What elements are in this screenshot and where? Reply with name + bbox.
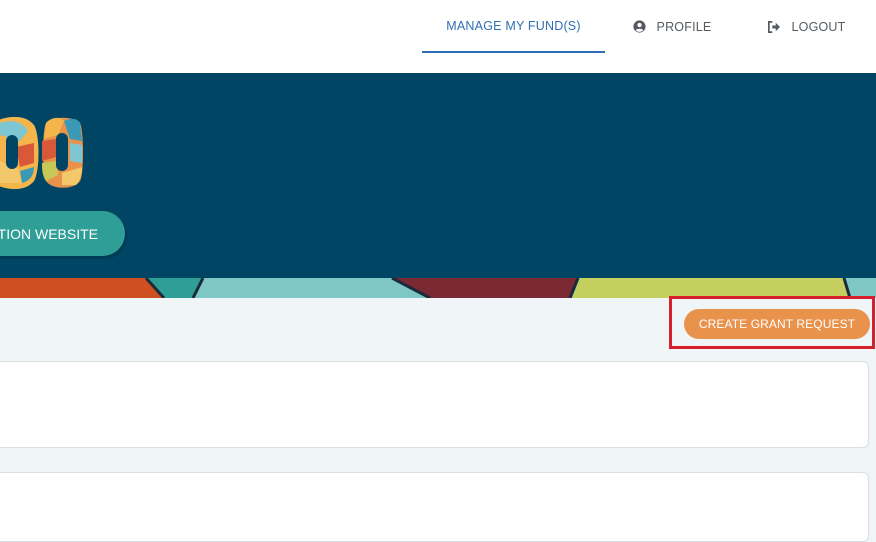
mosaic-logo (0, 117, 83, 189)
hero-banner: TION WEBSITE (0, 73, 876, 278)
fund-card (0, 361, 869, 448)
visit-website-button-label: TION WEBSITE (0, 225, 98, 242)
create-grant-request-label: CREATE GRANT REQUEST (698, 317, 856, 331)
nav-manage-funds[interactable]: MANAGE MY FUND(S) (422, 0, 605, 53)
visit-website-button[interactable]: TION WEBSITE (0, 211, 125, 256)
nav-logout-label: LOGOUT (791, 19, 846, 34)
sign-out-icon (767, 20, 781, 33)
nav-manage-funds-label: MANAGE MY FUND(S) (446, 18, 581, 33)
top-navigation: MANAGE MY FUND(S) PROFILE LOGOUT (0, 0, 876, 73)
nav-logout[interactable]: LOGOUT (756, 0, 856, 53)
nav-profile[interactable]: PROFILE (622, 0, 722, 53)
create-grant-request-button[interactable]: CREATE GRANT REQUEST (684, 309, 870, 339)
fund-card (0, 472, 869, 542)
nav-profile-label: PROFILE (656, 19, 712, 34)
mosaic-strip (0, 278, 876, 298)
user-circle-icon (632, 20, 646, 33)
